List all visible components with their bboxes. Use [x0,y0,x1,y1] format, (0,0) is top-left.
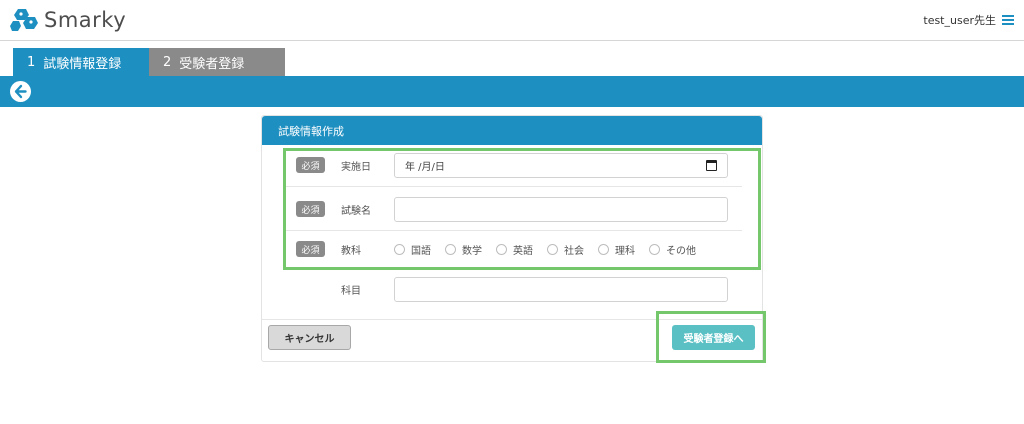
date-placeholder: 年 /月/日 [405,161,445,173]
tab-label: 試験情報登録 [43,56,122,72]
subject-radio-group: 国語 数学 英語 社会 理科 その他 [394,242,710,257]
exam-name-input[interactable] [394,196,728,222]
radio-math[interactable]: 数学 [445,242,482,257]
subject-label: 教科 [341,245,361,257]
exam-form-panel: 試験情報作成 必須 実施日 年 /月/日 必須 試験名 必須 教科 国語 数学 … [261,115,766,363]
radio-label: 英語 [513,245,533,257]
footer-divider [262,319,762,320]
exam-name-row: 必須 試験名 [284,196,742,222]
date-row: 必須 実施日 年 /月/日 [284,152,742,178]
step-tabs: 1 試験情報登録 2 受験者登録 [13,48,285,76]
logo[interactable]: Smarky [10,6,126,34]
date-label: 実施日 [341,161,371,173]
course-row: 科目 [284,276,742,302]
radio-other[interactable]: その他 [649,242,696,257]
panel-title: 試験情報作成 [262,116,762,145]
tab-number: 1 [27,54,36,70]
tab-examinee-registration[interactable]: 2 受験者登録 [149,48,285,76]
divider [284,230,742,231]
radio-science[interactable]: 理科 [598,242,635,257]
required-badge: 必須 [296,201,325,217]
arrow-left-icon [14,84,27,99]
radio-label: その他 [666,245,696,257]
hamburger-menu-icon[interactable] [1002,15,1014,25]
divider [284,186,742,187]
date-input[interactable]: 年 /月/日 [394,152,728,178]
back-button[interactable] [10,81,31,102]
next-examinee-registration-button[interactable]: 受験者登録へ [672,325,755,350]
required-badge: 必須 [296,157,325,173]
calendar-icon[interactable] [706,159,717,171]
smarky-logo-icon [10,7,40,33]
logo-text: Smarky [44,8,127,32]
radio-japanese[interactable]: 国語 [394,242,431,257]
course-label: 科目 [341,285,361,297]
radio-circle[interactable] [445,243,456,255]
radio-label: 数学 [462,245,482,257]
course-input[interactable] [394,276,728,302]
radio-english[interactable]: 英語 [496,242,533,257]
tab-number: 2 [163,54,172,70]
radio-circle[interactable] [598,243,609,255]
tab-label: 受験者登録 [179,56,245,72]
subject-row: 必須 教科 国語 数学 英語 社会 理科 その他 [284,240,742,258]
radio-social[interactable]: 社会 [547,242,584,257]
radio-circle[interactable] [496,243,507,255]
nav-bar [0,76,1024,107]
tab-exam-info[interactable]: 1 試験情報登録 [13,48,149,76]
required-badge: 必須 [296,241,325,257]
radio-circle[interactable] [547,243,558,255]
radio-label: 国語 [411,245,431,257]
cancel-button[interactable]: キャンセル [268,325,351,350]
exam-name-label: 試験名 [341,205,371,217]
user-name: test_user先生 [923,14,996,27]
radio-circle[interactable] [649,243,660,255]
top-header: Smarky test_user先生 [0,0,1024,41]
user-menu[interactable]: test_user先生 [923,12,1014,28]
radio-circle[interactable] [394,243,405,255]
radio-label: 社会 [564,245,584,257]
radio-label: 理科 [615,245,635,257]
